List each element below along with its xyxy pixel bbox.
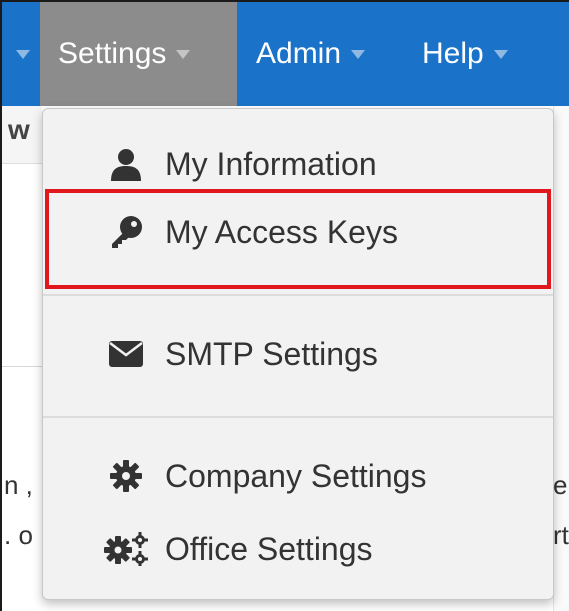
user-icon bbox=[91, 147, 161, 181]
background-text-fragment: n , bbox=[4, 470, 33, 500]
chevron-down-icon bbox=[16, 49, 30, 59]
menu-item-company-settings[interactable]: Company Settings bbox=[43, 441, 553, 511]
menu-item-smtp-settings[interactable]: SMTP Settings bbox=[43, 319, 553, 389]
background-table-header: w bbox=[2, 106, 42, 164]
menu-divider bbox=[43, 294, 553, 296]
key-icon bbox=[91, 215, 161, 249]
menu-item-label: My Access Keys bbox=[165, 213, 398, 250]
menu-divider bbox=[43, 416, 553, 418]
menu-item-label: SMTP Settings bbox=[165, 335, 378, 372]
nav-admin-label: Admin bbox=[256, 37, 342, 70]
background-text-fragment: e bbox=[553, 470, 568, 500]
background-text-fragment: . o bbox=[4, 520, 33, 550]
menu-item-my-access-keys[interactable]: My Access Keys bbox=[43, 197, 553, 267]
chevron-down-icon bbox=[493, 49, 508, 59]
nav-settings-menu[interactable]: Settings bbox=[40, 2, 237, 106]
settings-dropdown-menu: My Information My Access Keys SMTP Setti… bbox=[42, 108, 554, 600]
gears-icon bbox=[91, 532, 161, 566]
nav-settings-label: Settings bbox=[58, 37, 167, 70]
menu-item-label: My Information bbox=[165, 145, 377, 182]
menu-item-my-information[interactable]: My Information bbox=[43, 129, 553, 199]
nav-admin-menu[interactable]: Admin bbox=[256, 2, 366, 106]
gear-icon bbox=[91, 460, 161, 492]
envelope-icon bbox=[91, 341, 161, 367]
menu-item-label: Company Settings bbox=[165, 457, 427, 494]
chevron-down-icon bbox=[176, 49, 191, 59]
chevron-down-icon bbox=[351, 49, 366, 59]
nav-help-label: Help bbox=[422, 37, 484, 70]
nav-previous-caret[interactable] bbox=[6, 2, 30, 106]
frame-left-edge bbox=[0, 0, 2, 611]
nav-help-menu[interactable]: Help bbox=[422, 2, 508, 106]
background-text-fragment: rt bbox=[553, 520, 569, 550]
top-navbar: Settings Admin Help bbox=[0, 2, 569, 106]
menu-item-label: Office Settings bbox=[165, 530, 373, 567]
menu-item-office-settings[interactable]: Office Settings bbox=[43, 514, 553, 584]
